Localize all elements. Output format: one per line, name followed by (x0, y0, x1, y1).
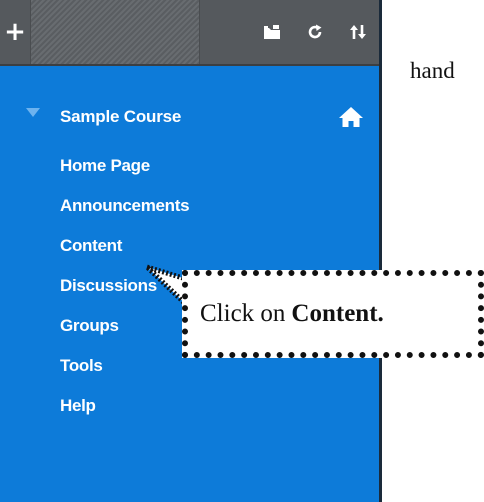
callout-emphasis: Content. (291, 300, 384, 327)
home-icon (339, 107, 363, 127)
folder-view-button[interactable] (250, 0, 294, 64)
menu-item-home-page[interactable]: Home Page (60, 146, 189, 186)
menu-item-help[interactable]: Help (60, 386, 189, 426)
menu-item-announcements[interactable]: Announcements (60, 186, 190, 226)
course-title[interactable]: Sample Course (60, 107, 181, 127)
reorder-button[interactable] (336, 0, 379, 64)
refresh-icon (308, 24, 322, 39)
menu-item-tools[interactable]: Tools (60, 346, 189, 386)
collapse-arrow-icon[interactable] (26, 108, 40, 117)
menu-item-groups[interactable]: Groups (60, 306, 189, 346)
course-menu-list: Home Page Announcements Content Discussi… (60, 146, 190, 426)
toolbar-spacer (30, 0, 200, 64)
course-menu-panel: + Sample Course Home Page Announcements … (0, 0, 382, 502)
instruction-callout: Click on Content. (182, 270, 484, 358)
folder-icon (264, 25, 280, 39)
document-text-fragment: hand (410, 58, 455, 83)
course-menu-toolbar: + (0, 0, 379, 66)
add-menu-item-button[interactable]: + (0, 0, 30, 64)
menu-item-content[interactable]: Content (60, 226, 189, 266)
plus-icon: + (4, 17, 26, 47)
callout-prefix: Click on (200, 300, 286, 327)
course-home-button[interactable] (338, 104, 364, 130)
callout-text: Click on Content. (188, 276, 478, 352)
refresh-button[interactable] (294, 0, 336, 64)
sort-icon (349, 25, 366, 39)
course-header: Sample Course (0, 100, 379, 140)
menu-item-discussions[interactable]: Discussions (60, 266, 189, 306)
